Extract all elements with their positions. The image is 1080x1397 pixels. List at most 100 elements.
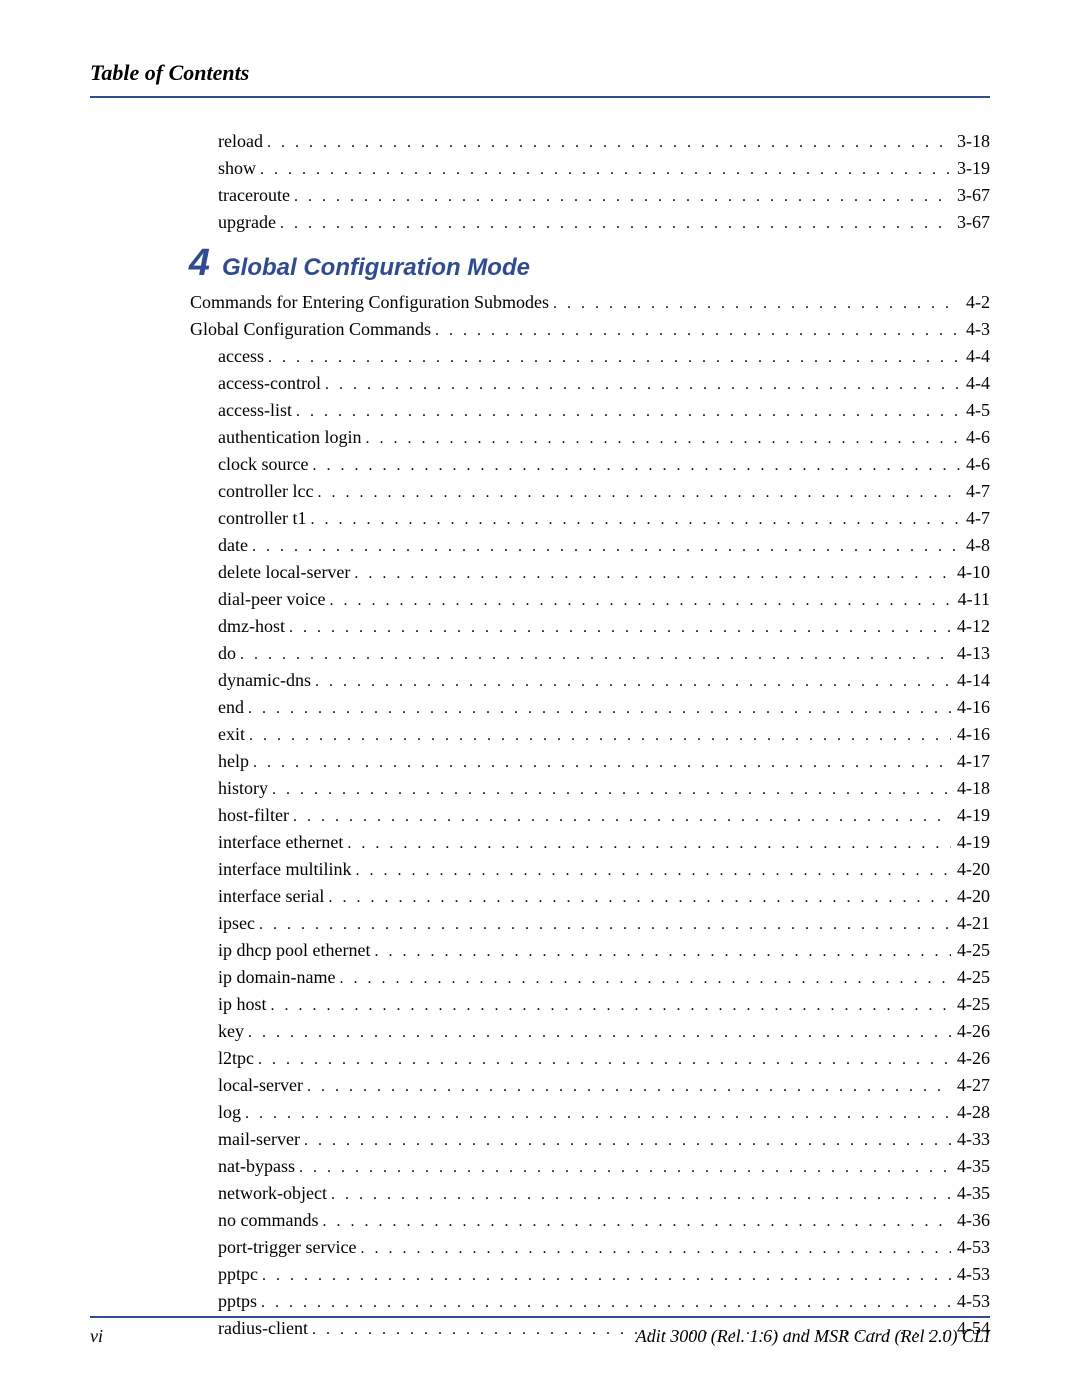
toc-entry: delete local-server4-10 bbox=[190, 559, 990, 586]
toc-entry: network-object4-35 bbox=[190, 1180, 990, 1207]
toc-leader-dots bbox=[331, 1183, 951, 1207]
toc-page: 3-67 bbox=[951, 182, 990, 209]
toc-entry: Commands for Entering Configuration Subm… bbox=[190, 289, 990, 316]
toc-page: 4-18 bbox=[951, 775, 990, 802]
toc-label: exit bbox=[218, 721, 249, 748]
toc-page: 4-25 bbox=[951, 991, 990, 1018]
toc-entry: ip dhcp pool ethernet4-25 bbox=[190, 937, 990, 964]
toc-entry: ip host 4-25 bbox=[190, 991, 990, 1018]
toc-page: 4-2 bbox=[960, 289, 990, 316]
toc-page: 4-11 bbox=[952, 586, 990, 613]
toc-page: 4-14 bbox=[951, 667, 990, 694]
toc-label: do bbox=[218, 640, 240, 667]
toc-entry: l2tpc4-26 bbox=[190, 1045, 990, 1072]
toc-page: 4-12 bbox=[951, 613, 990, 640]
toc-leader-dots bbox=[280, 212, 951, 236]
toc-leader-dots bbox=[354, 562, 951, 586]
toc-label: nat-bypass bbox=[218, 1153, 299, 1180]
toc-label: port-trigger service bbox=[218, 1234, 360, 1261]
toc-page: 4-21 bbox=[951, 910, 990, 937]
toc-entry: help4-17 bbox=[190, 748, 990, 775]
toc-leader-dots bbox=[299, 1156, 951, 1180]
toc-page: 4-33 bbox=[951, 1126, 990, 1153]
toc-page: 4-28 bbox=[951, 1099, 990, 1126]
toc-label: ip host bbox=[218, 991, 271, 1018]
toc-page: 4-20 bbox=[951, 883, 990, 910]
toc-entry: access-list4-5 bbox=[190, 397, 990, 424]
toc-page: 4-16 bbox=[951, 694, 990, 721]
toc-page: 4-3 bbox=[960, 316, 990, 343]
toc-page: 4-53 bbox=[951, 1234, 990, 1261]
toc-label: end bbox=[218, 694, 248, 721]
toc-leader-dots bbox=[355, 859, 951, 883]
toc-leader-dots bbox=[307, 1075, 951, 1099]
toc-leader-dots bbox=[310, 508, 960, 532]
toc-label: delete local-server bbox=[218, 559, 354, 586]
toc-leader-dots bbox=[258, 1048, 951, 1072]
toc-page: 3-18 bbox=[951, 128, 990, 155]
toc-leader-dots bbox=[317, 481, 960, 505]
toc-page: 4-35 bbox=[951, 1153, 990, 1180]
toc-leader-dots bbox=[294, 185, 951, 209]
toc-page: 4-17 bbox=[951, 748, 990, 775]
toc-entry: date4-8 bbox=[190, 532, 990, 559]
toc-label: history bbox=[218, 775, 272, 802]
toc-page: 4-4 bbox=[960, 370, 990, 397]
toc-leader-dots bbox=[261, 1291, 951, 1315]
toc-entry: controller t14-7 bbox=[190, 505, 990, 532]
toc-page: 3-67 bbox=[951, 209, 990, 236]
toc-page: 4-16 bbox=[951, 721, 990, 748]
toc-entry: interface serial 4-20 bbox=[190, 883, 990, 910]
toc-entry: clock source4-6 bbox=[190, 451, 990, 478]
toc-entry: pptps4-53 bbox=[190, 1288, 990, 1315]
toc-page: 4-7 bbox=[960, 505, 990, 532]
toc-label: local-server bbox=[218, 1072, 307, 1099]
toc-leader-dots bbox=[347, 832, 951, 856]
toc-leader-dots bbox=[329, 589, 951, 613]
toc-label: no commands bbox=[218, 1207, 323, 1234]
toc-entry: dynamic-dns4-14 bbox=[190, 667, 990, 694]
toc-leader-dots bbox=[339, 967, 951, 991]
toc-entry: do 4-13 bbox=[190, 640, 990, 667]
toc-entry: key4-26 bbox=[190, 1018, 990, 1045]
toc-leader-dots bbox=[271, 994, 951, 1018]
toc-label: dmz-host bbox=[218, 613, 289, 640]
toc-leader-dots bbox=[252, 535, 960, 559]
toc-entry: exit 4-16 bbox=[190, 721, 990, 748]
toc-leader-dots bbox=[249, 724, 951, 748]
toc-leader-dots bbox=[259, 913, 951, 937]
toc-label: host-filter bbox=[218, 802, 293, 829]
toc-leader-dots bbox=[360, 1237, 951, 1261]
toc-label: controller lcc bbox=[218, 478, 317, 505]
toc-entry: Global Configuration Commands4-3 bbox=[190, 316, 990, 343]
toc-leader-dots bbox=[365, 427, 960, 451]
toc-label: mail-server bbox=[218, 1126, 304, 1153]
toc-label: key bbox=[218, 1018, 248, 1045]
toc-label: show bbox=[218, 155, 260, 182]
toc-leader-dots bbox=[272, 778, 951, 802]
toc-label: ip domain-name bbox=[218, 964, 339, 991]
toc-label: l2tpc bbox=[218, 1045, 258, 1072]
toc-label: interface serial bbox=[218, 883, 328, 910]
toc-entry: authentication login4-6 bbox=[190, 424, 990, 451]
toc-leader-dots bbox=[323, 1210, 952, 1234]
toc-entry: upgrade3-67 bbox=[190, 209, 990, 236]
toc-label: clock source bbox=[218, 451, 312, 478]
toc-entry: history 4-18 bbox=[190, 775, 990, 802]
toc-page: 4-36 bbox=[951, 1207, 990, 1234]
toc-entry: pptpc4-53 bbox=[190, 1261, 990, 1288]
toc-leader-dots bbox=[553, 292, 960, 316]
toc-leader-dots bbox=[268, 346, 960, 370]
toc-page: 4-25 bbox=[951, 964, 990, 991]
toc-label: interface multilink bbox=[218, 856, 355, 883]
toc-entry: show3-19 bbox=[190, 155, 990, 182]
toc-leader-dots bbox=[253, 751, 951, 775]
toc-leader-dots bbox=[248, 697, 951, 721]
toc-page: 4-13 bbox=[951, 640, 990, 667]
toc-entry: dmz-host 4-12 bbox=[190, 613, 990, 640]
toc-leader-dots bbox=[315, 670, 951, 694]
toc-entry: mail-server 4-33 bbox=[190, 1126, 990, 1153]
toc-leader-dots bbox=[289, 616, 951, 640]
toc-page: 4-19 bbox=[951, 829, 990, 856]
toc-leader-dots bbox=[245, 1102, 951, 1126]
